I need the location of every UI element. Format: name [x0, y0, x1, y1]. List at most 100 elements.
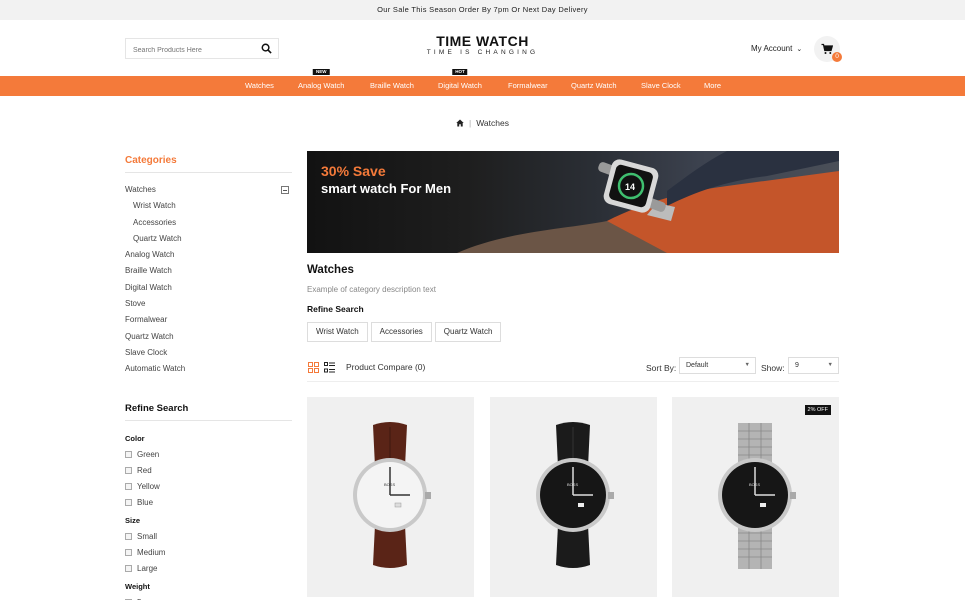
nav-item-watches[interactable]: Watches [245, 76, 274, 96]
breadcrumb-separator: | [469, 118, 472, 128]
filter-option-label: Small [137, 532, 158, 541]
nav-item-more[interactable]: More [704, 76, 721, 96]
home-icon[interactable] [456, 119, 464, 127]
filter-group-color: Color [125, 434, 145, 443]
dropdown-arrow-icon: ▼ [827, 362, 833, 368]
svg-text:BOSS: BOSS [384, 482, 395, 487]
promo-banner[interactable]: 14 30% Save smart watch For Men [307, 151, 839, 253]
collapse-icon[interactable] [281, 186, 289, 194]
checkbox[interactable] [125, 565, 132, 572]
category-item-analog-watch[interactable]: Analog Watch [125, 247, 292, 263]
svg-text:BOSS: BOSS [567, 482, 578, 487]
nav-item-label: Formalwear [508, 81, 548, 90]
checkbox[interactable] [125, 467, 132, 474]
filter-option-medium[interactable]: Medium [125, 545, 292, 561]
category-label: Digital Watch [125, 282, 172, 292]
product-card[interactable]: BOSS [307, 397, 474, 597]
filter-panel: Color Green Red Yellow Blue Size Small M… [125, 429, 292, 600]
nav-item-label: Digital Watch [438, 81, 482, 90]
categories-title: Categories [125, 155, 292, 173]
chip-wrist-watch[interactable]: Wrist Watch [307, 322, 368, 342]
checkbox[interactable] [125, 483, 132, 490]
nav-item-analog-watch[interactable]: NEW Analog Watch [298, 69, 345, 96]
category-label: Slave Clock [125, 347, 168, 357]
filter-option-small[interactable]: Small [125, 529, 292, 545]
nav-item-label: Quartz Watch [571, 81, 617, 90]
new-badge: NEW [312, 69, 330, 75]
category-item-stove[interactable]: Stove [125, 296, 292, 312]
refine-search-label: Refine Search [307, 304, 364, 314]
filter-option-5[interactable]: 5 [125, 595, 292, 600]
nav-item-formalwear[interactable]: Formalwear [508, 76, 548, 96]
category-item-slave-clock[interactable]: Slave Clock [125, 345, 292, 361]
category-heading: Watches [307, 264, 354, 276]
promo-text: Our Sale This Season Order By 7pm Or Nex… [377, 5, 588, 14]
limit-select[interactable]: 9 ▼ [788, 357, 839, 374]
filter-option-red[interactable]: Red [125, 463, 292, 479]
list-view-icon[interactable] [324, 362, 335, 373]
category-item-watches[interactable]: Watches [125, 182, 292, 198]
svg-text:14: 14 [625, 182, 635, 192]
show-label: Show: [761, 363, 785, 373]
category-label: Watches [125, 185, 156, 194]
grid-view-icon[interactable] [308, 362, 319, 373]
dropdown-arrow-icon: ▼ [744, 362, 750, 368]
sort-select[interactable]: Default ▼ [679, 357, 756, 374]
checkbox[interactable] [125, 533, 132, 540]
checkbox[interactable] [125, 549, 132, 556]
product-card[interactable]: BOSS 2% OFF [672, 397, 839, 597]
filter-group-weight: Weight [125, 582, 150, 591]
filter-option-label: Red [137, 466, 152, 475]
nav-item-label: Analog Watch [298, 81, 345, 90]
limit-select-value: 9 [795, 362, 799, 369]
subcategory-chips: Wrist Watch Accessories Quartz Watch [307, 321, 839, 342]
filter-option-blue[interactable]: Blue [125, 495, 292, 511]
checkbox[interactable] [125, 499, 132, 506]
filter-option-large[interactable]: Large [125, 561, 292, 577]
category-list: Watches Wrist Watch Accessories Quartz W… [125, 182, 292, 378]
category-item-wrist-watch[interactable]: Wrist Watch [125, 198, 292, 214]
product-toolbar: Product Compare (0) Sort By: Default ▼ Sh… [307, 356, 839, 382]
hot-badge: HOT [452, 69, 468, 75]
category-item-quartz-watch-sub[interactable]: Quartz Watch [125, 231, 292, 247]
category-label: Formalwear [125, 315, 168, 325]
category-item-formalwear[interactable]: Formalwear [125, 312, 292, 328]
nav-item-slave-clock[interactable]: Slave Clock [641, 76, 681, 96]
filter-option-yellow[interactable]: Yellow [125, 479, 292, 495]
category-item-braille-watch[interactable]: Braille Watch [125, 263, 292, 279]
category-item-automatic-watch[interactable]: Automatic Watch [125, 361, 292, 377]
discount-badge: 2% OFF [804, 405, 831, 415]
filter-option-label: Blue [137, 498, 154, 507]
filter-option-green[interactable]: Green [125, 447, 292, 463]
category-label: Accessories [133, 217, 177, 227]
my-account-menu[interactable]: My Account ⌄ [751, 44, 802, 53]
nav-item-braille-watch[interactable]: Braille Watch [370, 76, 414, 96]
nav-item-quartz-watch[interactable]: Quartz Watch [571, 76, 617, 96]
promo-bar: Our Sale This Season Order By 7pm Or Nex… [0, 0, 965, 20]
product-compare-link[interactable]: Product Compare (0) [346, 362, 425, 372]
category-item-quartz-watch[interactable]: Quartz Watch [125, 329, 292, 345]
nav-item-label: Slave Clock [641, 81, 681, 90]
category-item-digital-watch[interactable]: Digital Watch [125, 280, 292, 296]
chip-accessories[interactable]: Accessories [370, 322, 432, 342]
nav-item-label: More [704, 81, 722, 90]
category-label: Stove [125, 299, 146, 309]
product-image-watch: BOSS [718, 423, 796, 569]
chip-quartz-watch[interactable]: Quartz Watch [434, 322, 502, 342]
sidebar: Categories Watches Wrist Watch Accessori… [125, 155, 292, 600]
checkbox[interactable] [125, 451, 132, 458]
header: TIME WATCH TIME IS CHANGING My Account⌄ … [0, 20, 965, 75]
filter-option-label: Large [137, 564, 158, 573]
cart-icon [821, 43, 833, 54]
category-item-accessories[interactable]: Accessories [125, 215, 292, 231]
cart-count-badge: 0 [832, 52, 842, 62]
category-label: Quartz Watch [125, 331, 174, 341]
nav-item-digital-watch[interactable]: HOT Digital Watch [438, 69, 482, 96]
my-account-label: My Account [751, 44, 793, 53]
sort-select-value: Default [686, 362, 709, 369]
banner-subheadline: smart watch For Men [321, 181, 452, 196]
filter-option-label: Green [137, 450, 160, 459]
breadcrumb-current[interactable]: Watches [476, 118, 509, 128]
product-card[interactable]: BOSS [490, 397, 657, 597]
breadcrumb: | Watches [0, 118, 965, 128]
